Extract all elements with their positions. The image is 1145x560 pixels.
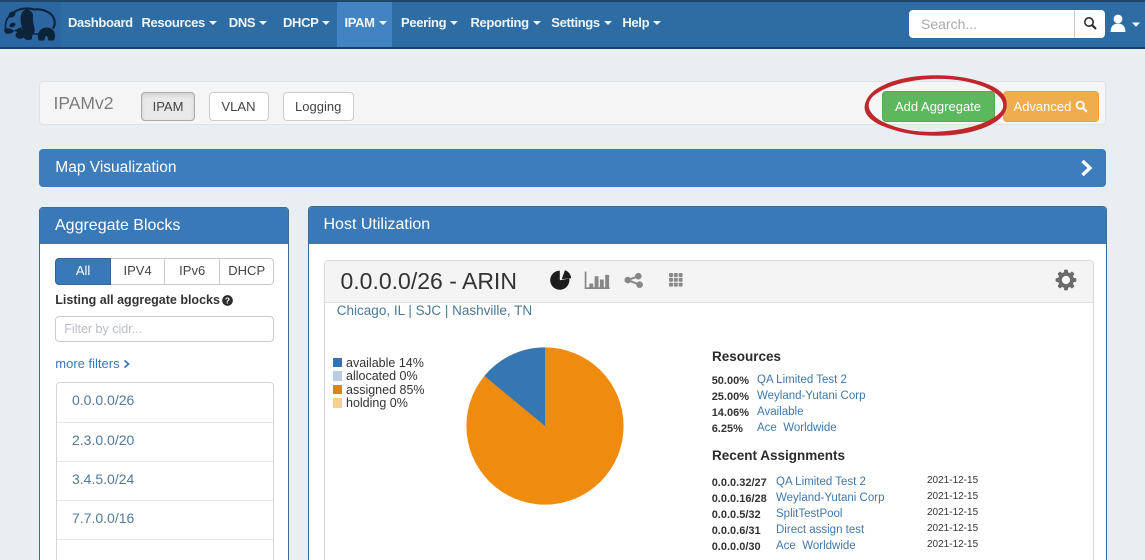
svg-text:?: ? <box>225 295 230 305</box>
